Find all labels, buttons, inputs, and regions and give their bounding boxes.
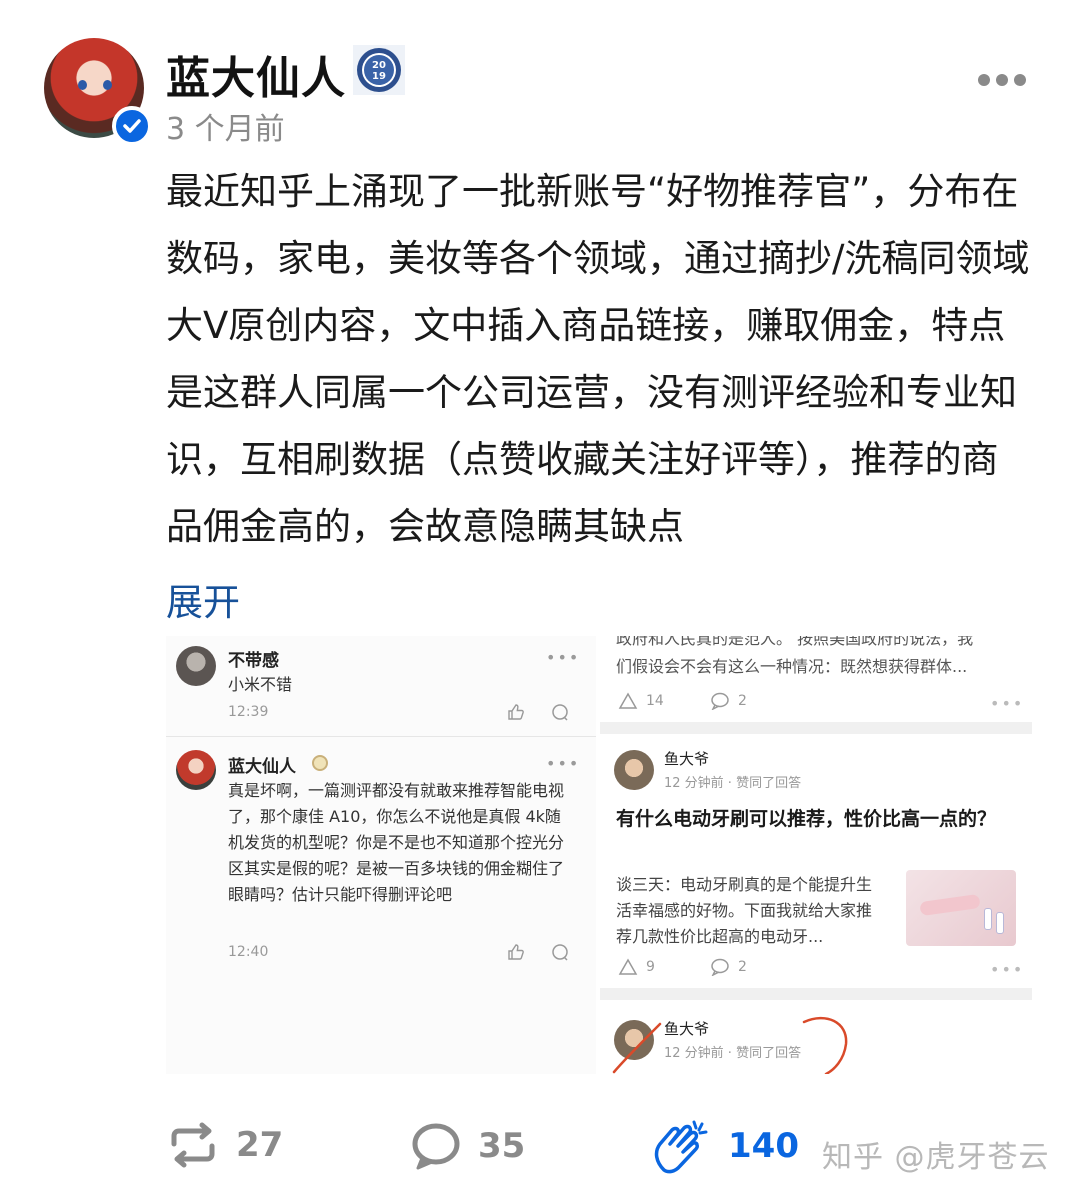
- like-count: 140: [728, 1126, 799, 1166]
- feed-text: 们假设会不会有这么一种情况：既然想获得群体...: [616, 657, 968, 676]
- more-icon[interactable]: [978, 70, 1026, 90]
- comment-count: 2: [738, 693, 747, 709]
- post-card: 蓝大仙人 20 19 3 个月前 最近知乎上涌现了一批新账号“好物推荐官”，分布…: [0, 0, 1080, 1199]
- vote-stat: 14: [618, 692, 664, 710]
- commenter-avatar: [176, 646, 216, 686]
- feed-card: 政府和人民真的是范人。 按照美国政府的说法，我 们假设会不会有这么一种情况：既然…: [600, 636, 1032, 722]
- vote-count: 14: [646, 693, 664, 709]
- more-icon: •••: [990, 960, 1025, 979]
- comment-stat: 2: [710, 692, 747, 710]
- vote-stat: 9: [618, 958, 655, 976]
- verified-icon: [112, 106, 152, 146]
- post-time: 3 个月前: [166, 112, 285, 147]
- feed-text-cut: 政府和人民真的是范人。 按照美国政府的说法，我: [616, 636, 974, 648]
- badge-year-top: 20: [372, 60, 386, 71]
- comment-time: 12:40: [228, 944, 269, 960]
- badge-year-bottom: 19: [372, 71, 386, 82]
- thumb-up-icon: [508, 704, 524, 720]
- screenshot-comments: 不带感 ••• 小米不错 12:39 蓝大仙人 ••• 真是坏啊，一篇测评都没有…: [166, 636, 596, 1074]
- toothbrush-image: [906, 870, 1016, 946]
- more-icon: •••: [990, 694, 1025, 713]
- question-title: 有什么电动牙刷可以推荐，性价比高一点的？: [616, 808, 997, 830]
- comment-button[interactable]: 35: [410, 1122, 525, 1170]
- comment-count: 2: [738, 959, 747, 975]
- thumb-up-icon: [508, 944, 524, 960]
- screenshot-feed: 政府和人民真的是范人。 按照美国政府的说法，我 们假设会不会有这么一种情况：既然…: [600, 636, 1032, 1074]
- reply-icon: [552, 704, 568, 721]
- year-badge-icon: 20 19: [352, 44, 406, 96]
- vote-count: 9: [646, 959, 655, 975]
- like-button[interactable]: 140: [650, 1118, 799, 1174]
- activity-meta: 12 分钟前 · 赞同了回答: [664, 776, 802, 791]
- repost-icon: [171, 1122, 215, 1168]
- more-icon: •••: [546, 754, 581, 773]
- comment-time: 12:39: [228, 704, 269, 720]
- comment-text: 小米不错: [228, 675, 293, 694]
- comment-text: 真是坏啊，一篇测评都没有就敢来推荐智能电视了，那个康佳 A10，你怎么不说他是真…: [228, 781, 565, 904]
- repost-button[interactable]: 27: [166, 1122, 283, 1168]
- commenter-avatar: [176, 750, 216, 790]
- clap-icon: [654, 1120, 708, 1174]
- reply-icon: [552, 944, 568, 961]
- feed-card: 鱼大爷 12 分钟前 · 赞同了回答 有什么电动牙刷可以推荐，性价比高一点的？ …: [600, 734, 1032, 988]
- expand-link[interactable]: 展开: [166, 572, 240, 626]
- triangle-up-icon: [618, 958, 638, 975]
- author-name[interactable]: 蓝大仙人: [166, 42, 346, 106]
- comment-icon: [412, 1123, 460, 1170]
- comment-icon: [711, 692, 729, 710]
- user-avatar: [614, 750, 654, 790]
- repost-count: 27: [236, 1125, 284, 1165]
- user-name: 鱼大爷: [664, 750, 710, 768]
- post-content: 最近知乎上涌现了一批新账号“好物推荐官”，分布在数码，家电，美妆等各个领域，通过…: [166, 170, 1030, 548]
- comment-count: 35: [478, 1126, 526, 1166]
- triangle-up-icon: [618, 692, 638, 709]
- watermark: 知乎 @虎牙苍云: [822, 1140, 1050, 1175]
- commenter-name: 蓝大仙人: [228, 757, 296, 777]
- level-badge-icon: [312, 755, 328, 771]
- annotation-marks: [612, 1016, 848, 1074]
- comment-stat: 2: [710, 958, 747, 976]
- comment-icon: [711, 958, 729, 976]
- answer-excerpt: 谈三天：电动牙刷真的是个能提升生活幸福感的好物。下面我就给大家推荐几款性价比超高…: [616, 875, 873, 946]
- feed-card: 鱼大爷 12 分钟前 · 赞同了回答: [600, 1000, 1032, 1074]
- commenter-name: 不带感: [228, 651, 279, 671]
- more-icon: •••: [546, 648, 581, 667]
